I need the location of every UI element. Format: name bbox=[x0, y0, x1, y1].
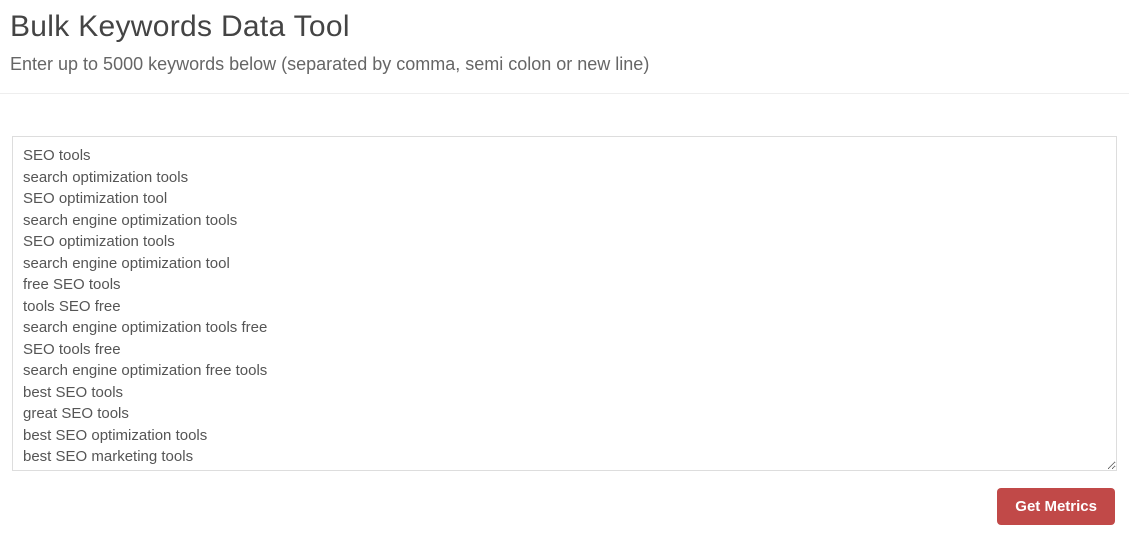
keywords-input[interactable] bbox=[12, 136, 1117, 471]
page-title: Bulk Keywords Data Tool bbox=[10, 10, 1119, 44]
divider bbox=[0, 93, 1129, 94]
get-metrics-button[interactable]: Get Metrics bbox=[997, 488, 1115, 525]
page-subtitle: Enter up to 5000 keywords below (separat… bbox=[10, 54, 1119, 75]
